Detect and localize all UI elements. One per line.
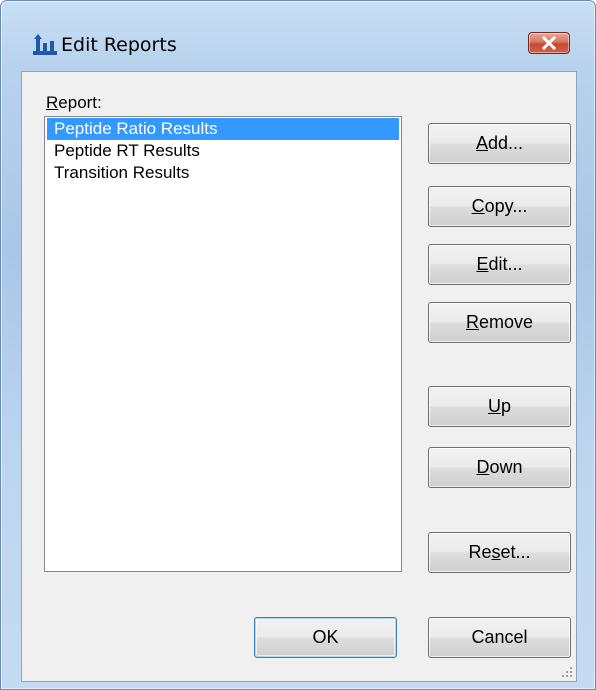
close-icon [541, 35, 557, 51]
down-button[interactable]: Down [428, 447, 571, 488]
report-label: Report: [46, 93, 102, 112]
report-listbox[interactable]: Peptide Ratio Results Peptide RT Results… [44, 116, 402, 572]
edit-button[interactable]: Edit... [428, 244, 571, 285]
close-button[interactable] [528, 32, 570, 54]
dialog-client-area: Report: Peptide Ratio Results Peptide RT… [21, 71, 577, 682]
cancel-button[interactable]: Cancel [428, 617, 571, 658]
copy-button[interactable]: Copy... [428, 186, 571, 227]
ok-button[interactable]: OK [254, 617, 397, 658]
list-item-report[interactable]: Transition Results [47, 162, 399, 184]
skyline-app-icon [33, 34, 57, 55]
title-bar[interactable] [1, 1, 595, 31]
add-button[interactable]: Add... [428, 123, 571, 164]
window-title: Edit Reports [61, 34, 177, 56]
list-item-report[interactable]: Peptide Ratio Results [47, 118, 399, 140]
dialog-window: Edit Reports Report: Peptide Ratio Resul… [0, 0, 596, 690]
resize-grip-icon[interactable] [561, 666, 573, 678]
list-item-report[interactable]: Peptide RT Results [47, 140, 399, 162]
remove-button[interactable]: Remove [428, 302, 571, 343]
up-button[interactable]: Up [428, 386, 571, 427]
reset-button[interactable]: Reset... [428, 532, 571, 573]
